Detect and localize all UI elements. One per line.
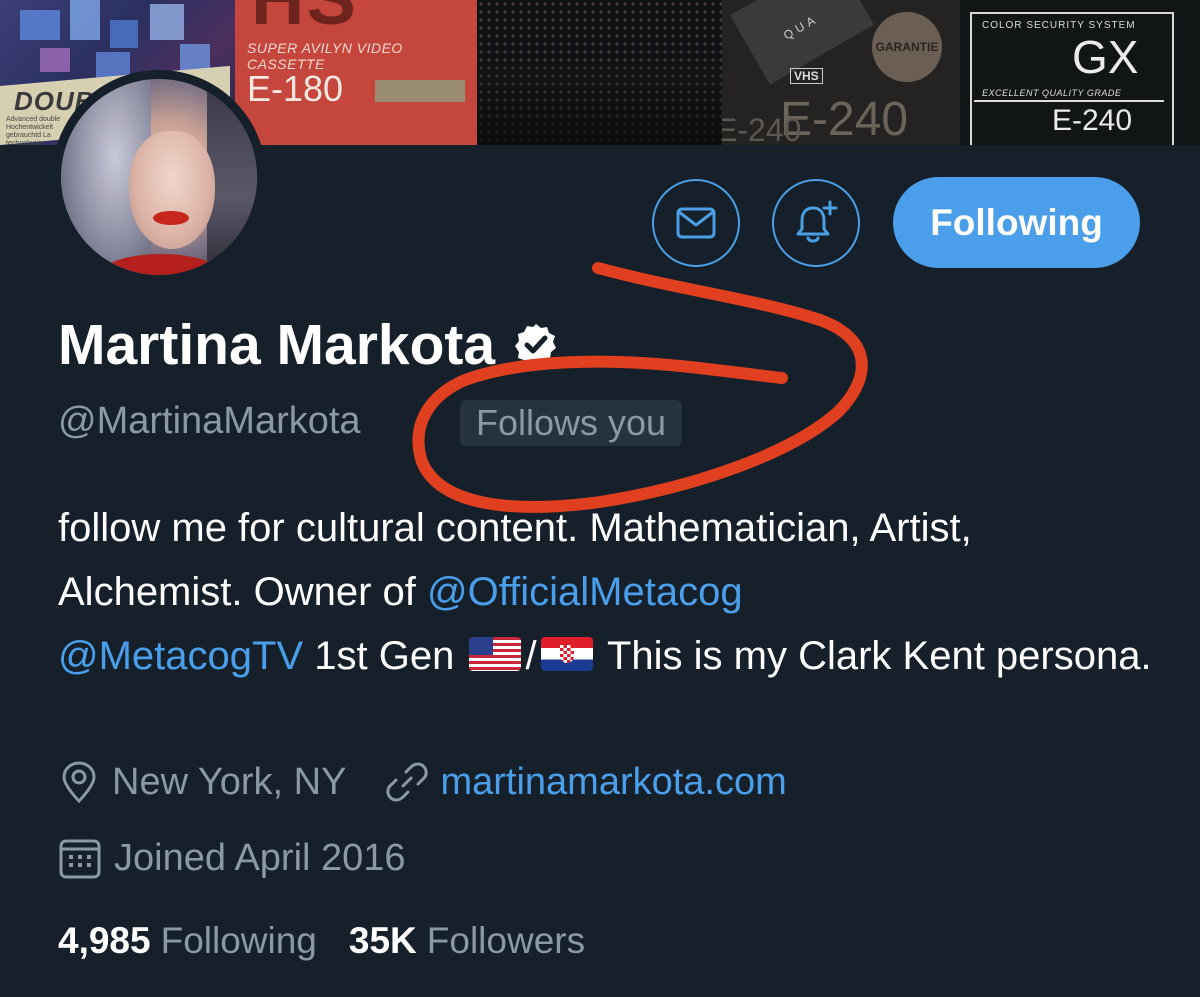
link-icon [386, 761, 429, 803]
banner-e240-text-2: E-240 [722, 112, 802, 145]
follows-you-badge: Follows you [460, 400, 683, 446]
banner-hs-text: HS [251, 0, 358, 41]
profile-joined-row: Joined April 2016 [58, 836, 406, 880]
mention-metacog-tv[interactable]: @MetacogTV [58, 634, 303, 678]
followers-count[interactable]: 35K [349, 920, 417, 962]
following-count[interactable]: 4,985 [58, 920, 151, 962]
profile-joined-date: Joined April 2016 [114, 836, 406, 879]
location-pin-icon [58, 760, 100, 804]
banner-tape-5: COLOR SECURITY SYSTEM GX EXCELLENT QUALI… [960, 0, 1200, 145]
profile-handle: @MartinaMarkota [58, 400, 361, 442]
bio-slash: / [525, 634, 537, 678]
verified-badge-icon [513, 322, 559, 368]
profile-bio: follow me for cultural content. Mathemat… [58, 496, 1158, 688]
bell-plus-icon [796, 200, 838, 243]
bio-text-3: This is my Clark Kent persona. [596, 634, 1152, 678]
us-flag-icon [469, 637, 522, 672]
following-label[interactable]: Following [161, 920, 317, 962]
profile-meta-row: New York, NY martinamarkota.com [58, 760, 787, 804]
banner-e240-text-3: E-240 [1052, 104, 1133, 137]
profile-name-row: Martina Markota [58, 312, 559, 378]
avatar[interactable] [52, 70, 266, 284]
banner-tape-3 [477, 0, 722, 145]
banner-gx-text: GX [1072, 31, 1139, 83]
profile-website-link[interactable]: martinamarkota.com [440, 761, 786, 804]
croatia-flag-icon [540, 637, 593, 672]
banner-small-text: Advanced double Hochentwickelt gebraucht… [6, 116, 61, 145]
banner-vhs-text: VHS [790, 68, 823, 84]
banner-tape-2: HS SUPER AVILYN VIDEO CASSETTE E-180 [235, 0, 477, 145]
calendar-icon [58, 836, 102, 880]
message-button[interactable] [652, 179, 740, 267]
profile-name: Martina Markota [58, 313, 496, 377]
avatar-image [61, 79, 257, 275]
mail-icon [676, 207, 716, 239]
followers-label[interactable]: Followers [427, 920, 585, 962]
banner-grade-text: EXCELLENT QUALITY GRADE [982, 88, 1122, 98]
profile-location: New York, NY [112, 760, 347, 803]
banner-tape-4: QUA GARANTIE VHS E-240 E-240 [722, 0, 960, 145]
notifications-button[interactable] [772, 179, 860, 267]
mention-official-metacog[interactable]: @OfficialMetacog [427, 570, 743, 614]
banner-garantie-seal: GARANTIE [872, 12, 942, 82]
following-button[interactable]: Following [893, 177, 1140, 268]
bio-text-2: 1st Gen [303, 634, 466, 678]
banner-e180-text: E-180 [247, 68, 344, 109]
profile-stats: 4,985 Following 35K Followers [58, 920, 617, 962]
